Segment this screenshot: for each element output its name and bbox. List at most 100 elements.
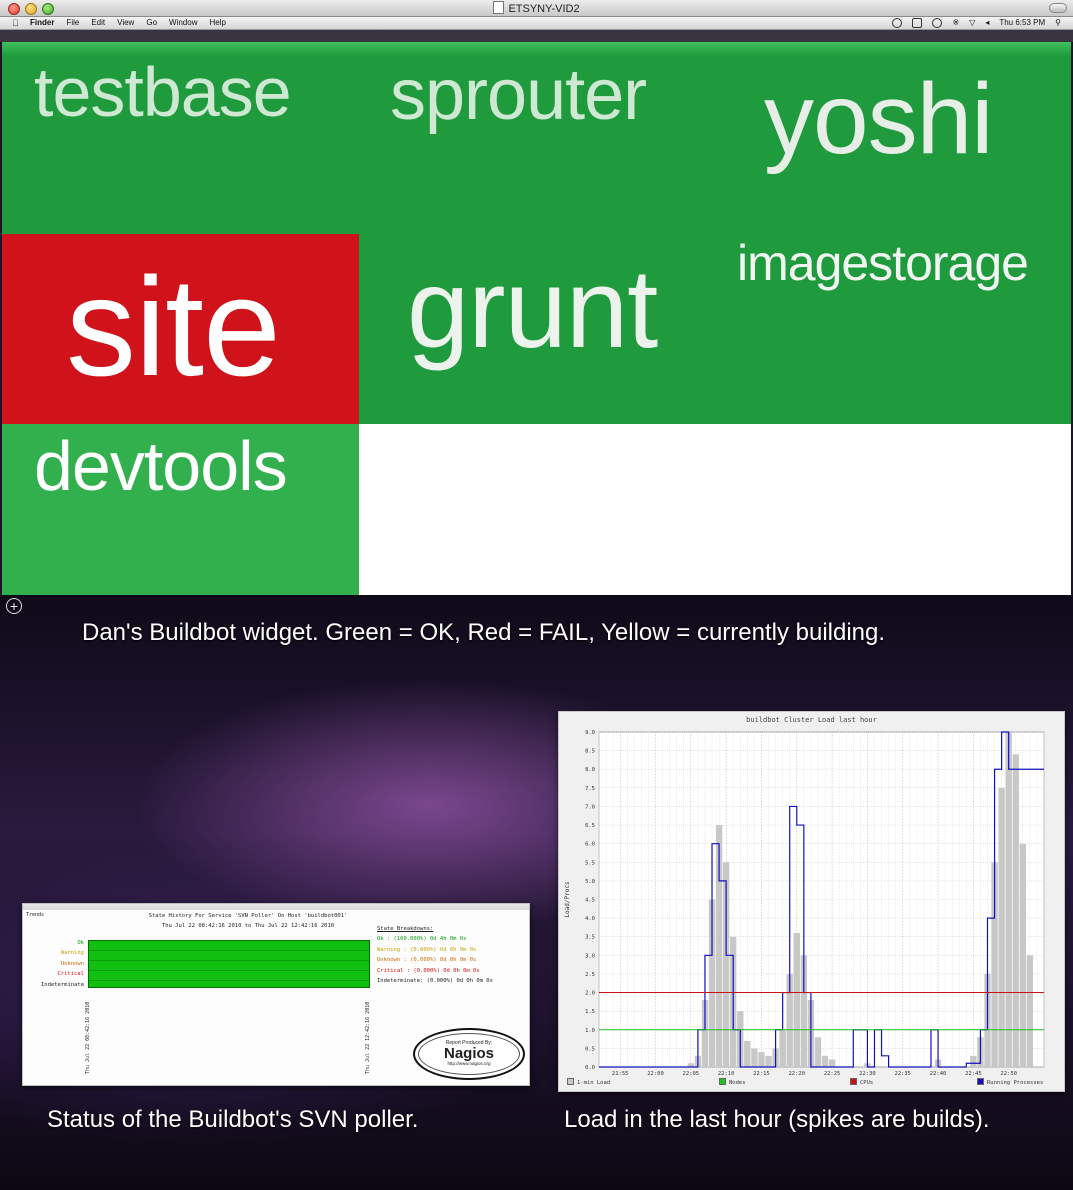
y-tick-label: 1.0 (585, 1028, 595, 1034)
wifi-icon[interactable]: ▽ (969, 17, 975, 29)
nagios-trends-label: Trends (26, 912, 45, 918)
x-tick-label: 22:40 (930, 1071, 947, 1077)
menu-window[interactable]: Window (169, 17, 197, 29)
x-tick-label: 21:55 (612, 1071, 629, 1077)
volume-icon[interactable]: ◂ (985, 17, 989, 29)
tile-grunt-label: grunt (407, 246, 658, 371)
y-tick-label: 7.5 (585, 786, 595, 792)
y-tick-label: 0.5 (585, 1046, 595, 1052)
caption-load: Load in the last hour (spikes are builds… (564, 1106, 990, 1133)
y-tick-label: 5.5 (585, 860, 595, 866)
y-tick-label: 5.0 (585, 879, 595, 885)
x-tick-label: 22:25 (824, 1071, 841, 1077)
y-tick-label: 6.0 (585, 842, 595, 848)
nagios-logo-caption: Report Produced By: (445, 1040, 493, 1046)
load-bar (793, 933, 800, 1067)
y-axis-label: Load/Procs (564, 881, 571, 918)
y-tick-label: 9.0 (585, 730, 595, 736)
menu-help[interactable]: Help (209, 17, 225, 29)
nagios-start-date: Thu Jul 22 08:42:16 2010 (85, 1001, 91, 1074)
y-tick-label: 8.0 (585, 767, 595, 773)
cluster-load-chart: 0.0 0.5 1.0 1.5 2.0 2.5 3.0 3.5 4.0 4.5 5.0 5.5 6.0 6… (558, 711, 1065, 1092)
load-bar (744, 1040, 751, 1067)
status-icon[interactable] (892, 18, 903, 28)
tile-grunt[interactable]: grunt imagestorage (359, 234, 1071, 424)
bluetooth-icon[interactable]: ※ (952, 17, 959, 29)
x-tick-label: 22:20 (788, 1071, 805, 1077)
y-tick-label: 6.5 (585, 823, 595, 829)
y-tick-label: 7.0 (585, 804, 595, 810)
x-tick-label: 22:35 (894, 1071, 911, 1077)
load-bar (814, 1037, 822, 1067)
nagios-logo-text: Nagios (443, 1045, 494, 1062)
y-tick-label: 3.5 (585, 935, 595, 941)
legend-nodes: Nodes (719, 1078, 746, 1086)
time-machine-icon[interactable] (932, 18, 943, 28)
load-bar (779, 1029, 786, 1067)
menu-items: Finder File Edit View Go Window Help (30, 17, 226, 29)
breakdown-ok: Ok : (100.000%) 0d 4h 0m 0s (377, 936, 467, 943)
toolbar-toggle-button[interactable] (1049, 3, 1067, 13)
nagios-state-breakdowns: State Breakdowns: Ok : (100.000%) 0d 4h … (377, 924, 527, 986)
menu-finder[interactable]: Finder (30, 17, 54, 29)
legend-label-1min-load: 1-min Load (577, 1080, 611, 1086)
menu-bar:  Finder File Edit View Go Window Help ※… (0, 17, 1073, 30)
state-ok-label: Ok (77, 940, 84, 946)
x-tick-label: 22:50 (1000, 1071, 1017, 1077)
y-tick-label: 4.0 (585, 916, 595, 922)
legend-swatch-cpus (850, 1078, 857, 1085)
legend-1min-load: 1-min Load (567, 1078, 610, 1086)
load-bar (998, 787, 1005, 1067)
menu-file[interactable]: File (66, 17, 79, 29)
legend-swatch-nodes (719, 1078, 726, 1085)
breakdown-indeterminate: Indeterminate: (0.000%) 0d 0h 0m 0s (377, 978, 493, 985)
y-tick-label: 1.5 (585, 1009, 595, 1015)
y-tick-label: 4.5 (585, 898, 595, 904)
state-warning-label: Warning (60, 950, 84, 957)
legend-label-cpus: CPUs (860, 1080, 874, 1086)
tile-sprouter-label[interactable]: sprouter (390, 54, 647, 136)
menu-clock[interactable]: Thu 6:53 PM (999, 17, 1045, 29)
legend-label-running-processes: Running Processes (987, 1080, 1044, 1086)
nagios-state-labels: Ok Warning Unknown Critical Indeterminat… (31, 938, 84, 990)
x-tick-label: 22:45 (965, 1071, 982, 1077)
legend-running-processes: Running Processes (977, 1078, 1043, 1086)
load-bar (765, 1055, 772, 1067)
nagios-end-date: Thu Jul 22 12:42:16 2010 (365, 1001, 371, 1074)
legend-swatch-running-processes (977, 1078, 984, 1085)
legend-label-nodes: Nodes (729, 1080, 746, 1086)
menu-edit[interactable]: Edit (91, 17, 105, 29)
tile-devtools-label: devtools (34, 427, 288, 505)
menu-go[interactable]: Go (146, 17, 157, 29)
menu-view[interactable]: View (117, 17, 134, 29)
legend-swatch-1min-load (567, 1078, 574, 1085)
load-bar (751, 1048, 758, 1067)
add-widget-icon[interactable]: + (6, 598, 22, 614)
chart-title: buildbot Cluster Load last hour (746, 716, 877, 724)
load-bar (1012, 754, 1019, 1067)
window-titlebar: ETSYNY-VID2 (0, 0, 1073, 17)
y-tick-label: 2.0 (585, 991, 595, 997)
apple-menu-icon[interactable]:  (12, 17, 19, 29)
tile-testbase-label[interactable]: testbase (34, 52, 292, 132)
breakdown-unknown: Unknown : (0.000%) 0d 0h 0m 0s (377, 957, 477, 964)
breakdown-header: State Breakdowns: (377, 926, 434, 932)
tile-imagestorage-label[interactable]: imagestorage (737, 234, 1029, 292)
tile-yoshi-label[interactable]: yoshi (764, 62, 993, 177)
display-icon[interactable] (912, 18, 923, 28)
tile-site[interactable]: site (2, 234, 359, 424)
nagios-title: State History For Service 'SVN Poller' O… (148, 913, 348, 919)
tile-devtools[interactable]: devtools (2, 424, 359, 595)
breakdown-critical: Critical : (0.000%) 0d 0h 0m 0s (377, 967, 480, 974)
load-bar (758, 1052, 765, 1067)
caption-widget: Dan's Buildbot widget. Green = OK, Red =… (82, 619, 886, 646)
nagios-logo[interactable]: Report Produced By: Nagios http://www.na… (413, 1028, 525, 1080)
window-toolbar-strip (0, 30, 1073, 42)
y-tick-label: 0.0 (585, 1065, 595, 1071)
x-tick-label: 22:10 (718, 1071, 735, 1077)
load-bar (970, 1055, 977, 1067)
nagios-toolbar (23, 904, 529, 910)
breakdown-warning: Warning : (0.000%) 0d 0h 0m 0s (377, 946, 477, 953)
y-tick-label: 3.0 (585, 953, 595, 959)
spotlight-search-icon[interactable]: ⚲ (1055, 17, 1061, 29)
